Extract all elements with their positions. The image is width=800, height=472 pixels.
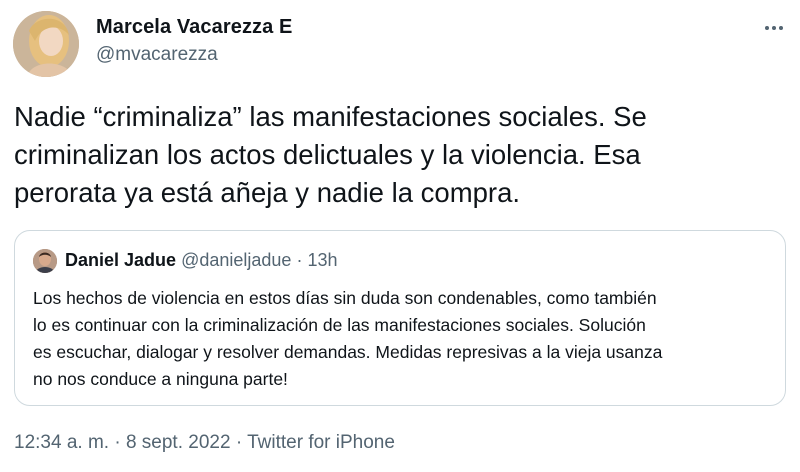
quoted-author-avatar[interactable] bbox=[33, 249, 57, 273]
more-dot bbox=[765, 26, 769, 30]
tweet-card: Marcela Vacarezza E @mvacarezza Nadie “c… bbox=[0, 0, 800, 472]
quoted-text: Los hechos de violencia en estos días si… bbox=[33, 285, 773, 393]
footer-separator: · bbox=[235, 432, 243, 453]
footer-separator: · bbox=[114, 432, 121, 453]
tweet-date[interactable]: 8 sept. 2022 bbox=[126, 432, 231, 453]
tweet-text-line: perorata ya está añeja y nadie la compra… bbox=[14, 177, 520, 208]
quoted-separator: · bbox=[296, 250, 303, 270]
quoted-text-line: Los hechos de violencia en estos días si… bbox=[33, 288, 657, 308]
tweet-text: Nadie “criminaliza” las manifestaciones … bbox=[14, 98, 784, 212]
author-avatar[interactable] bbox=[13, 11, 79, 77]
tweet-source[interactable]: Twitter for iPhone bbox=[247, 432, 395, 453]
quoted-header: Daniel Jadue @danieljadue · 13h bbox=[65, 250, 338, 271]
quoted-text-line: es escuchar, dialogar y resolver demanda… bbox=[33, 342, 663, 362]
tweet-text-line: Nadie “criminaliza” las manifestaciones … bbox=[14, 101, 647, 132]
quoted-author-name[interactable]: Daniel Jadue bbox=[65, 250, 176, 270]
quoted-author-handle[interactable]: @danieljadue bbox=[181, 250, 291, 270]
more-dot bbox=[779, 26, 783, 30]
more-icon[interactable] bbox=[760, 14, 788, 42]
tweet-text-line: criminalizan los actos delictuales y la … bbox=[14, 139, 641, 170]
quoted-text-line: lo es continuar con la criminalización d… bbox=[33, 315, 646, 335]
author-handle[interactable]: @mvacarezza bbox=[96, 44, 218, 66]
quoted-text-line: no nos conduce a ninguna parte! bbox=[33, 369, 288, 389]
quoted-tweet[interactable]: Daniel Jadue @danieljadue · 13h Los hech… bbox=[14, 230, 786, 406]
author-display-name[interactable]: Marcela Vacarezza E bbox=[96, 16, 292, 39]
quoted-time[interactable]: 13h bbox=[307, 250, 337, 270]
more-dot bbox=[772, 26, 776, 30]
tweet-footer: 12:34 a. m. · 8 sept. 2022 · Twitter for… bbox=[14, 432, 395, 454]
tweet-time[interactable]: 12:34 a. m. bbox=[14, 432, 109, 453]
